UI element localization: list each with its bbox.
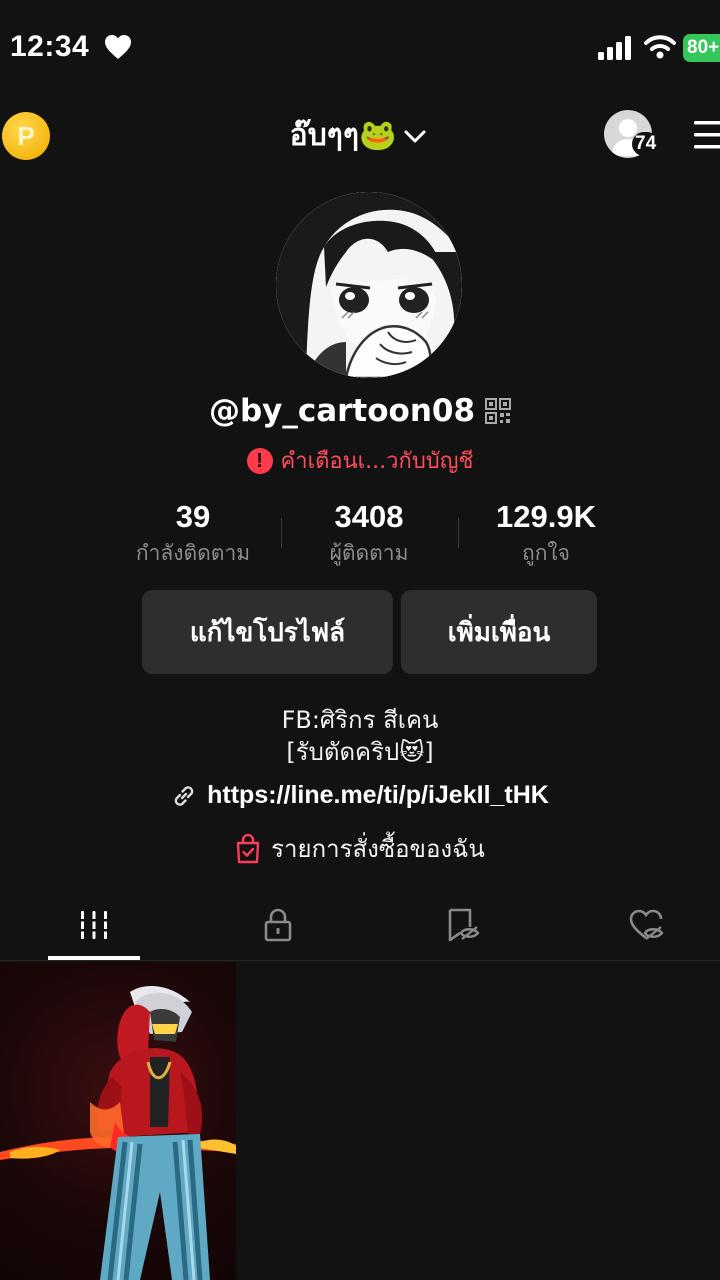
tab-private[interactable]	[232, 890, 324, 960]
my-orders-label: รายการสั่งซื้อของฉัน	[271, 835, 485, 863]
stat-following[interactable]: 39 กำลังติดตาม	[118, 498, 268, 570]
battery-indicator: 80+	[683, 34, 720, 62]
stat-followers[interactable]: 3408 ผู้ติดตาม	[294, 498, 444, 570]
status-time: 12:34	[10, 30, 90, 63]
account-name: อ๊บๆๆ🐸	[289, 118, 397, 153]
account-switcher-button[interactable]: อ๊บๆๆ🐸	[290, 112, 431, 159]
tab-favorites[interactable]	[416, 890, 508, 960]
heart-hidden-icon	[629, 909, 664, 940]
username: @by_cartoon08	[208, 393, 476, 429]
username-row: @by_cartoon08	[0, 393, 720, 429]
likes-count: 129.9K	[496, 499, 596, 534]
wifi-icon	[644, 35, 676, 59]
link-text: https://line.me/ti/p/iJekIl_tHK	[207, 781, 549, 809]
avatar-illustration	[276, 192, 462, 378]
following-label: กำลังติดตาม	[135, 541, 251, 565]
add-friend-button[interactable]: เพิ่มเพื่อน	[401, 590, 597, 674]
edit-profile-button[interactable]: แก้ไขโปรไฟล์	[142, 590, 393, 674]
bio-link[interactable]: https://line.me/ti/p/iJekIl_tHK	[0, 781, 720, 813]
profile-avatar[interactable]	[276, 192, 462, 378]
warning-icon: !	[246, 447, 273, 474]
link-icon	[174, 785, 194, 806]
signal-icon	[598, 36, 631, 60]
menu-icon[interactable]	[694, 118, 720, 152]
followers-label: ผู้ติดตาม	[329, 541, 409, 565]
tabs-divider	[0, 960, 720, 961]
coin-icon[interactable]: P	[2, 112, 50, 160]
bio-line: [รับตัดคริป😻]	[286, 738, 434, 766]
video-preview-image	[0, 986, 236, 1280]
account-warning[interactable]: ! คำเตือนเ...วกับบัญชี	[0, 443, 720, 478]
coin-label: P	[17, 121, 35, 151]
warning-text: คำเตือนเ...วกับบัญชี	[280, 449, 474, 474]
status-bar: 12:34 80+	[0, 0, 720, 96]
stat-divider	[281, 518, 282, 548]
shopping-bag-icon	[236, 833, 260, 863]
chevron-down-icon	[404, 130, 426, 142]
my-orders-link[interactable]: รายการสั่งซื้อของฉัน	[0, 829, 720, 868]
likes-label: ถูกใจ	[522, 541, 570, 565]
videos-grid-icon	[77, 911, 111, 939]
tab-liked[interactable]	[600, 890, 692, 960]
tab-videos[interactable]	[48, 890, 140, 960]
following-count: 39	[175, 499, 211, 534]
friends-count-badge: 74	[632, 132, 660, 156]
lock-icon	[264, 908, 292, 942]
qr-code-icon[interactable]	[485, 398, 512, 424]
stat-likes[interactable]: 129.9K ถูกใจ	[464, 498, 628, 570]
heart-icon	[105, 35, 131, 59]
bookmark-hidden-icon	[448, 908, 480, 942]
stat-divider	[458, 518, 459, 548]
followers-count: 3408	[334, 499, 404, 534]
video-thumbnail[interactable]	[0, 962, 236, 1280]
